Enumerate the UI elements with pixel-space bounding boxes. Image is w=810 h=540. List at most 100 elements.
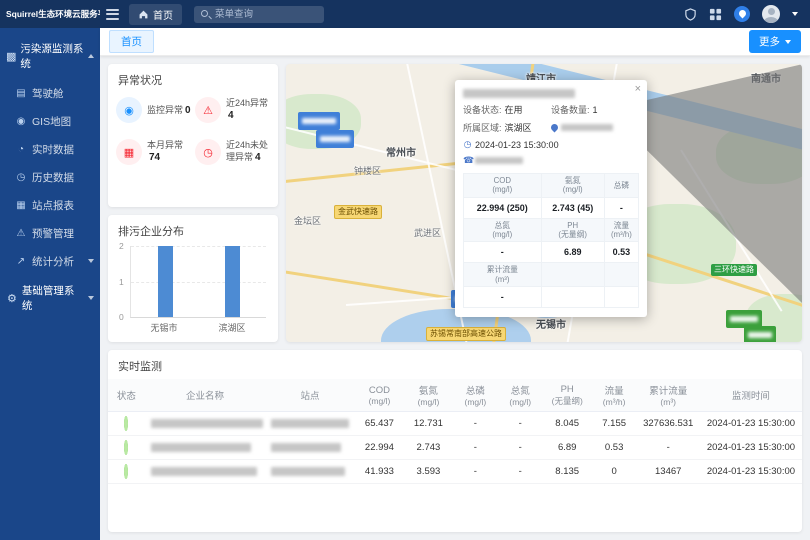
stat-month-abnormal[interactable]: ▦ 本月异常 74 <box>116 139 191 165</box>
popup-metrics-grid: COD (mg/l)氨氮 (mg/l)总磷 22.994 (250)2.743 … <box>463 173 639 308</box>
location-pin-icon <box>550 123 560 133</box>
region-label: 所属区域: <box>463 121 502 134</box>
search-icon <box>201 10 208 17</box>
app-logo: Squirrel生态环境云服务平台 <box>0 8 100 20</box>
region-value: 滨湖区 <box>505 121 532 134</box>
sidebar-item-alert-management[interactable]: ⚠ 预警管理 <box>0 219 100 247</box>
bar-wuxi[interactable] <box>158 246 173 317</box>
redacted-text <box>561 124 613 131</box>
stat-value: 74 <box>149 152 160 163</box>
shield-icon[interactable] <box>684 8 697 21</box>
sidebar-item-statistics[interactable]: ↗ 统计分析 <box>0 247 100 275</box>
popup-row-phone: ☎ <box>463 155 639 166</box>
breadcrumb-home[interactable]: 首页 <box>129 4 182 25</box>
stat-label: 监控异常 <box>147 105 183 115</box>
monitor-system-icon: ▩ <box>6 50 16 63</box>
sidebar-item-site-report[interactable]: ▦ 站点报表 <box>0 191 100 219</box>
search-input[interactable] <box>194 6 324 23</box>
enterprise-marker[interactable] <box>298 112 340 130</box>
monitor-table-title: 实时监测 <box>108 350 802 379</box>
clock-unhandled-icon: ◷ <box>195 139 221 165</box>
y-tick: 2 <box>119 241 124 251</box>
top-header: Squirrel生态环境云服务平台 首页 <box>0 0 810 28</box>
x-tick: 无锡市 <box>130 321 198 334</box>
map-road-label-jinwu: 金武快速路 <box>334 205 382 219</box>
close-icon[interactable]: × <box>635 83 641 95</box>
map-road-label-sanhuan: 三环快速路 <box>711 264 757 276</box>
chevron-down-icon <box>88 259 94 263</box>
map-label-wujin: 武进区 <box>414 226 441 239</box>
monitor-table: 状态 企业名称 站点 COD(mg/l) 氨氮(mg/l) 总磷(mg/l) 总… <box>108 379 802 484</box>
stat-label: 近24h未处理异常 <box>226 140 268 163</box>
sidebar-item-realtime-data[interactable]: ◔ 实时数据 <box>0 135 100 163</box>
alert-bell-icon: ⚠ <box>15 228 27 239</box>
sidebar-section-basic-management[interactable]: ⚙ 基础管理系统 <box>0 275 100 321</box>
enterprise-distribution-card: 排污企业分布 2 1 0 <box>108 215 278 342</box>
tab-home-label: 首页 <box>121 36 142 48</box>
water-drop-badge-icon[interactable] <box>734 6 750 22</box>
popup-row-region: 所属区域:滨湖区 <box>463 121 639 134</box>
station-info-popup: × 设备状态:在用 设备数量:1 所属区域:滨湖区 ◷ <box>455 80 647 317</box>
stat-24h-abnormal[interactable]: ⚠ 近24h异常4 <box>195 97 270 123</box>
status-value: 在用 <box>505 103 523 116</box>
sidebar-item-label: 驾驶舱 <box>32 86 64 101</box>
abnormal-stats: ◉ 监控异常0 ⚠ 近24h异常4 ▦ 本月异常 74 <box>108 93 278 177</box>
table-row[interactable]: 41.9333.593 -- 8.1350 134672024-01-23 15… <box>108 460 802 484</box>
redacted-text <box>730 316 758 322</box>
y-tick: 0 <box>119 312 124 322</box>
status-online-icon <box>124 464 128 479</box>
status-online-icon <box>124 416 128 431</box>
abnormal-card-title: 异常状况 <box>108 64 278 93</box>
map[interactable]: 靖江市 南通市 常州市 江阴市 无锡市 钟楼区 金坛区 武进区 金武快速路 三环… <box>286 64 802 342</box>
tab-strip: 首页 更多 <box>100 28 810 56</box>
redacted-text <box>271 467 345 476</box>
bar-binhu[interactable] <box>225 246 240 317</box>
redacted-text <box>151 467 257 476</box>
map-label-zhonglou: 钟楼区 <box>354 164 381 177</box>
left-column: 异常状况 ◉ 监控异常0 ⚠ 近24h异常4 <box>108 64 278 342</box>
stat-label: 本月异常 <box>147 140 183 150</box>
menu-search <box>194 6 324 23</box>
stat-24h-unhandled[interactable]: ◷ 近24h未处理异常4 <box>195 139 270 165</box>
home-icon <box>138 9 149 20</box>
header-actions <box>684 5 810 23</box>
scenic-marker[interactable] <box>744 326 776 342</box>
more-button-label: 更多 <box>759 34 780 49</box>
redacted-text <box>302 118 336 124</box>
enterprise-marker[interactable] <box>316 130 354 148</box>
menu-toggle-icon[interactable] <box>106 9 119 20</box>
table-row[interactable]: 22.9942.743 -- 6.890.53 -2024-01-23 15:3… <box>108 436 802 460</box>
calendar-month-icon: ▦ <box>116 139 142 165</box>
sidebar-item-history-data[interactable]: ◷ 历史数据 <box>0 163 100 191</box>
app-root: Squirrel生态环境云服务平台 首页 ▩ 污染源监测系统 <box>0 0 810 540</box>
tab-home[interactable]: 首页 <box>109 30 154 53</box>
more-button[interactable]: 更多 <box>749 30 801 53</box>
breadcrumb-home-label: 首页 <box>153 7 173 22</box>
main-area: 首页 更多 异常状况 ◉ 监控异常0 <box>100 28 810 540</box>
alert-24h-icon: ⚠ <box>195 97 221 123</box>
sidebar-item-gis-map[interactable]: ◉ GIS地图 <box>0 107 100 135</box>
x-tick: 滨湖区 <box>198 321 266 334</box>
map-label-jintan: 金坛区 <box>294 214 321 227</box>
user-menu-caret-icon[interactable] <box>792 12 798 16</box>
history-clock-icon: ◷ <box>15 172 27 183</box>
stat-monitor-abnormal[interactable]: ◉ 监控异常0 <box>116 97 191 123</box>
drop-icon <box>737 9 747 19</box>
top-row: 异常状况 ◉ 监控异常0 ⚠ 近24h异常4 <box>108 64 802 342</box>
x-axis-labels: 无锡市 滨湖区 <box>130 321 266 334</box>
table-row[interactable]: 65.43712.731 -- 8.0457.155 327636.531202… <box>108 412 802 436</box>
sidebar-item-dashboard[interactable]: ▤ 驾驶舱 <box>0 79 100 107</box>
chevron-down-icon <box>785 40 791 44</box>
sidebar-section-pollution[interactable]: ▩ 污染源监测系统 <box>0 33 100 79</box>
popup-row-status: 设备状态:在用 设备数量:1 <box>463 103 639 116</box>
y-tick: 1 <box>119 277 124 287</box>
map-pin-icon: ◉ <box>15 116 27 127</box>
content: 异常状况 ◉ 监控异常0 ⚠ 近24h异常4 <box>100 56 810 540</box>
apps-grid-icon[interactable] <box>709 8 722 21</box>
realtime-monitor-card: 实时监测 状态 企业名称 站点 COD(mg/l) <box>108 350 802 532</box>
dashboard-icon: ▤ <box>15 88 27 99</box>
redacted-text <box>475 157 523 164</box>
sidebar-section-label: 污染源监测系统 <box>20 41 84 71</box>
avatar[interactable] <box>762 5 780 23</box>
chevron-up-icon <box>88 54 94 58</box>
